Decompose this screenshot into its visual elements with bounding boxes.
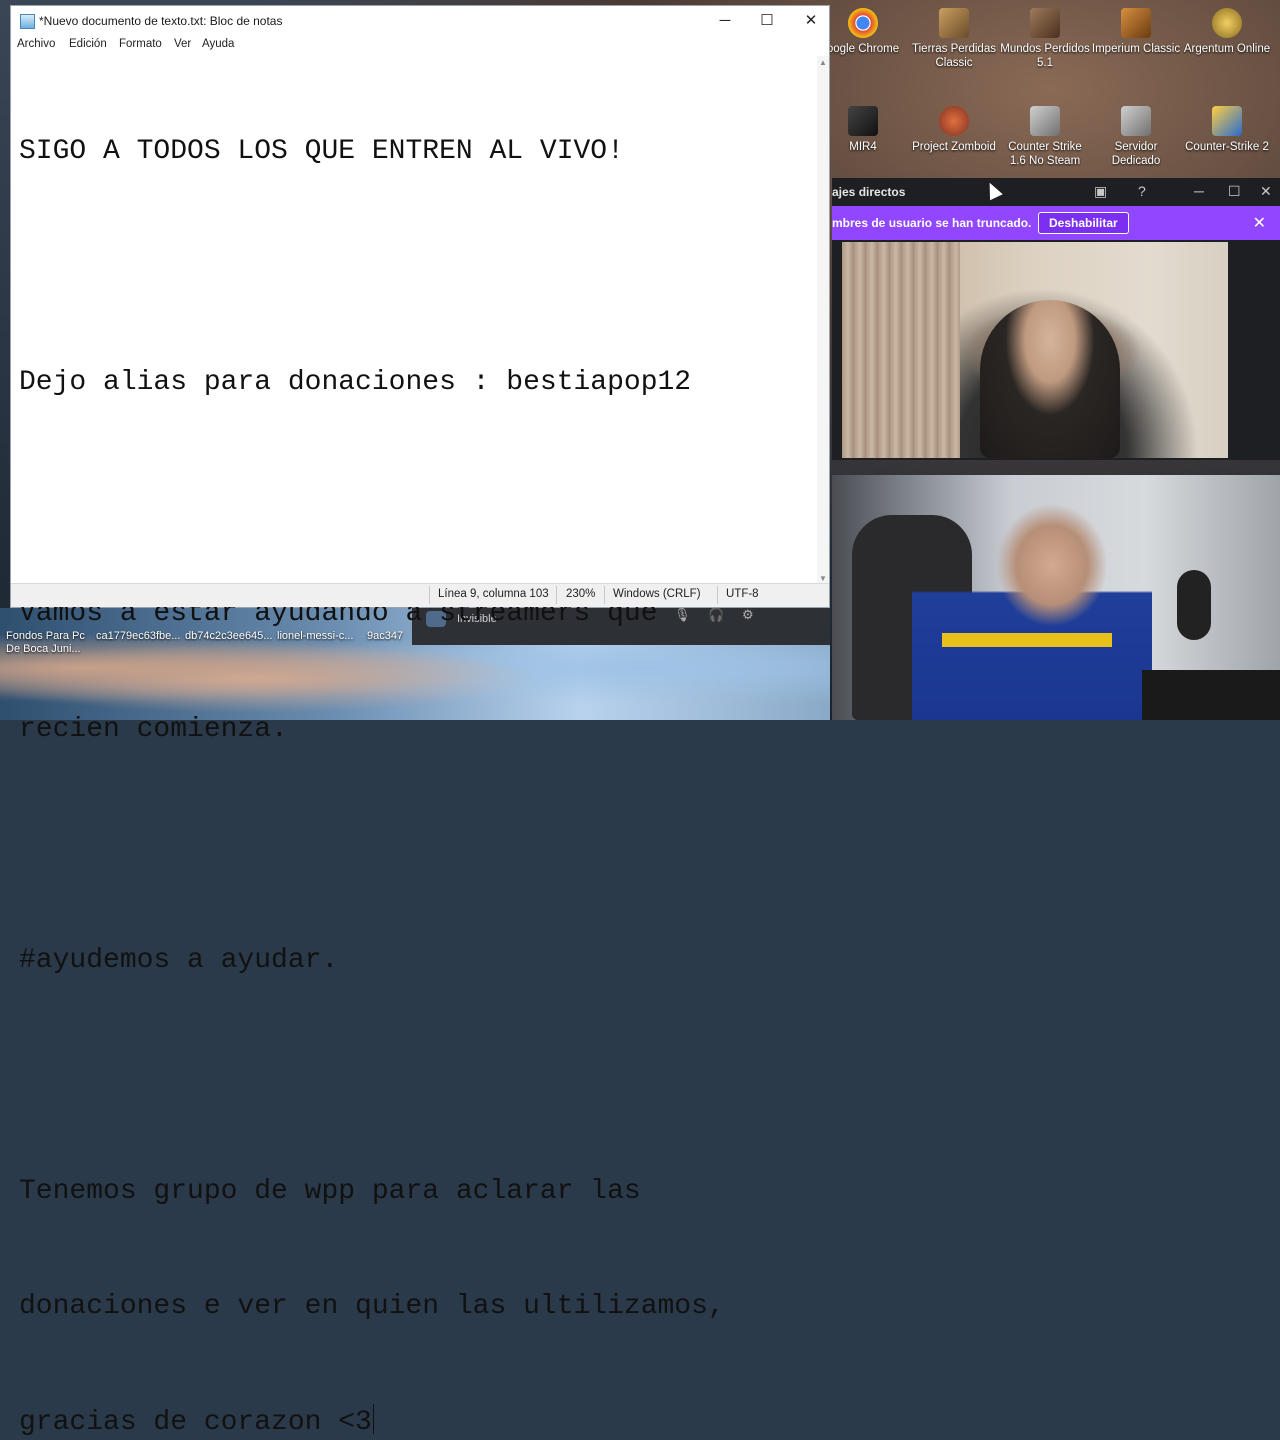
text-line	[19, 249, 819, 288]
desktop-icon-imperium-classic[interactable]: Imperium Classic	[1090, 8, 1182, 56]
menu-formato[interactable]: Formato	[119, 38, 162, 50]
menu-edicion[interactable]: Edición	[69, 38, 107, 50]
cursor-position: Línea 9, columna 103	[438, 588, 549, 600]
game-icon	[1030, 106, 1060, 136]
text-line: #ayudemos a ayudar.	[19, 942, 819, 981]
game-icon	[1121, 106, 1151, 136]
game-icon	[1030, 8, 1060, 38]
microphone-shape	[1177, 570, 1211, 640]
jersey-stripe	[942, 633, 1112, 647]
status-divider	[717, 586, 718, 604]
encoding: UTF-8	[726, 588, 759, 600]
zoom-level: 230%	[566, 588, 595, 600]
menu-archivo[interactable]: Archivo	[17, 38, 55, 50]
desktop-icon-label: MIR4	[849, 141, 876, 153]
curtain-shape	[842, 242, 960, 458]
menu-ayuda[interactable]: Ayuda	[202, 38, 234, 50]
desktop-icon-mir4[interactable]: MIR4	[817, 106, 909, 154]
window-title: *Nuevo documento de texto.txt: Bloc de n…	[39, 14, 282, 28]
desktop-icon-project-zomboid[interactable]: Project Zomboid	[908, 106, 1000, 154]
desktop-icon-label: Argentum Online	[1184, 43, 1270, 55]
text-line: Dejo alias para donaciones : bestiapop12	[19, 364, 819, 403]
game-icon	[939, 106, 969, 136]
desktop-icon-label: Mundos Perdidos 5.1	[1000, 43, 1090, 69]
desktop-icon-label: Servidor Dedicado	[1112, 141, 1161, 167]
notepad-window: *Nuevo documento de texto.txt: Bloc de n…	[10, 5, 830, 608]
text-line	[19, 1057, 819, 1096]
close-icon[interactable]: ✕	[1260, 183, 1272, 200]
desktop-icon-counter-strike-16[interactable]: Counter Strike 1.6 No Steam	[999, 106, 1091, 168]
desktop-icon-counter-strike-2[interactable]: Counter-Strike 2	[1181, 106, 1273, 154]
game-icon	[848, 106, 878, 136]
maximize-icon[interactable]: ☐	[1228, 183, 1241, 200]
title-bar[interactable]: *Nuevo documento de texto.txt: Bloc de n…	[11, 6, 829, 36]
webcam-feed-top	[842, 242, 1228, 458]
close-button[interactable]: ✕	[789, 6, 833, 36]
desktop-icon-label: Counter-Strike 2	[1185, 141, 1269, 153]
person-shape	[980, 300, 1120, 458]
desktop-icon-mundos-perdidos[interactable]: Mundos Perdidos 5.1	[999, 8, 1091, 70]
desktop-icon-label: Counter Strike 1.6 No Steam	[1008, 141, 1082, 167]
text-line	[19, 826, 819, 865]
desktop-icon-label: Project Zomboid	[912, 141, 996, 153]
minimize-icon[interactable]: ─	[1194, 183, 1204, 199]
game-icon	[1121, 8, 1151, 38]
text-line: Tenemos grupo de wpp para aclarar las	[19, 1173, 819, 1212]
text-line: recien comienza.	[19, 711, 819, 750]
text-caret	[373, 1404, 374, 1434]
text-editor-area[interactable]: SIGO A TODOS LOS QUE ENTREN AL VIVO! Dej…	[11, 56, 819, 584]
status-divider	[604, 586, 605, 604]
banner-text: mbres de usuario se han truncado.	[832, 216, 1031, 230]
chrome-icon	[848, 8, 878, 38]
desktop-icon-label: Tierras Perdidas Classic	[912, 43, 996, 69]
messages-header: ajes directos ▣ ? ─ ☐ ✕	[832, 178, 1280, 206]
maximize-button[interactable]: ☐	[745, 6, 789, 36]
desktop-icon-servidor-dedicado[interactable]: Servidor Dedicado	[1090, 106, 1182, 168]
desktop-icon-label: oogle Chrome	[827, 43, 899, 55]
game-icon	[1212, 106, 1242, 136]
notepad-icon	[20, 14, 35, 29]
text-line	[19, 480, 819, 519]
webcam-feed-bottom	[832, 475, 1280, 720]
desktop-icon-tierras-perdidas[interactable]: Tierras Perdidas Classic	[908, 8, 1000, 70]
game-icon	[1212, 8, 1242, 38]
text-line-last: gracias de corazon <3	[19, 1404, 819, 1440]
status-divider	[556, 586, 557, 604]
messages-title: ajes directos	[832, 185, 905, 199]
desktop-icon-label: Imperium Classic	[1092, 43, 1180, 55]
text-line: SIGO A TODOS LOS QUE ENTREN AL VIVO!	[19, 133, 819, 172]
close-icon[interactable]: ✕	[1253, 213, 1266, 233]
minimize-button[interactable]: ─	[703, 6, 747, 36]
vertical-scrollbar[interactable]: ▲ ▼	[817, 56, 829, 586]
popout-icon[interactable]: ▣	[1094, 183, 1107, 200]
text-line: donaciones e ver en quien las ultilizamo…	[19, 1288, 819, 1327]
disable-button[interactable]: Deshabilitar	[1038, 212, 1129, 234]
person-shape	[912, 485, 1152, 720]
menu-bar: Archivo Edición Formato Ver Ayuda	[11, 36, 829, 56]
line-ending: Windows (CRLF)	[613, 588, 701, 600]
scroll-up-icon[interactable]: ▲	[817, 56, 829, 70]
desktop-icon-argentum-online[interactable]: Argentum Online	[1181, 8, 1273, 56]
game-icon	[939, 8, 969, 38]
text-line: gracias de corazon <3	[19, 1407, 372, 1438]
menu-ver[interactable]: Ver	[174, 38, 191, 50]
notice-banner: mbres de usuario se han truncado. Deshab…	[832, 206, 1280, 240]
help-icon[interactable]: ?	[1138, 183, 1146, 199]
status-divider	[429, 586, 430, 604]
keyboard-shape	[1142, 670, 1280, 720]
status-bar: Línea 9, columna 103 230% Windows (CRLF)…	[11, 583, 829, 607]
